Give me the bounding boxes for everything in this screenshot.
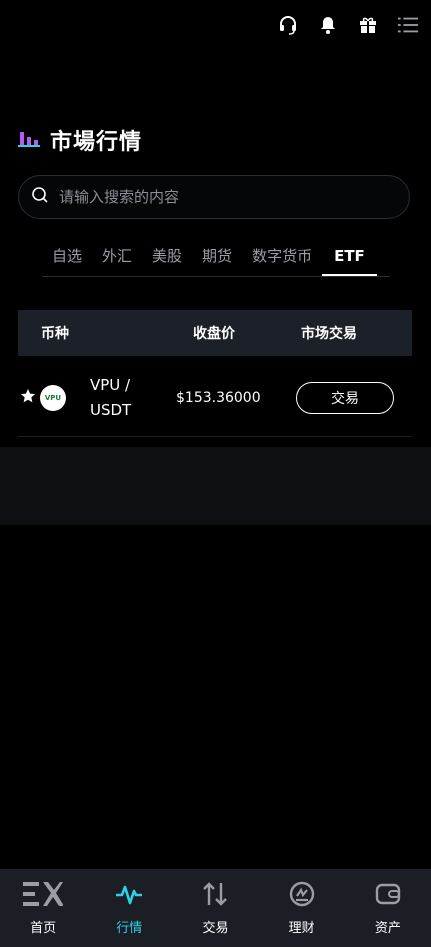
page-header: 市場行情 (18, 124, 142, 156)
finance-icon (288, 881, 316, 911)
search-bar[interactable] (18, 175, 410, 219)
gift-icon[interactable] (357, 14, 379, 36)
nav-market[interactable]: 行情 (94, 881, 164, 936)
home-logo-icon (23, 881, 65, 911)
bar-chart-icon (18, 128, 40, 152)
nav-home[interactable]: 首页 (8, 881, 78, 936)
close-price: $153.36000 (176, 390, 261, 406)
empty-area (0, 447, 431, 525)
tab-forex[interactable]: 外汇 (92, 238, 142, 276)
col-currency: 币种 (41, 326, 69, 342)
tab-crypto[interactable]: 数字货币 (242, 238, 322, 276)
tab-etf[interactable]: ETF (322, 238, 377, 276)
header-actions (277, 14, 419, 36)
market-tabs: 自选 外汇 美股 期货 数字货币 ETF (42, 238, 390, 277)
nav-finance[interactable]: 理财 (267, 881, 337, 936)
star-icon[interactable] (20, 388, 36, 408)
coin-logo: VPU (40, 385, 66, 411)
headset-icon[interactable] (277, 14, 299, 36)
swap-arrows-icon (201, 881, 229, 911)
bottom-nav: 首页 行情 交易 理财 资产 (0, 869, 431, 947)
page-title: 市場行情 (50, 130, 143, 155)
nav-assets[interactable]: 资产 (353, 881, 423, 936)
bell-icon[interactable] (317, 14, 339, 36)
tab-favorites[interactable]: 自选 (42, 238, 92, 276)
search-input[interactable] (57, 187, 381, 207)
menu-icon[interactable] (397, 14, 419, 36)
wallet-icon (374, 881, 402, 911)
pair-name: VPU / USDT (90, 376, 132, 419)
table-row[interactable]: VPU VPU / USDT $153.36000 交易 (18, 360, 412, 437)
trade-button[interactable]: 交易 (296, 382, 394, 414)
tab-futures[interactable]: 期货 (192, 238, 242, 276)
tab-us-stocks[interactable]: 美股 (142, 238, 192, 276)
table-header: 币种 收盘价 市场交易 (18, 310, 412, 356)
col-close-price: 收盘价 (193, 326, 235, 342)
pulse-icon (115, 881, 143, 911)
search-icon (31, 186, 49, 208)
nav-trade[interactable]: 交易 (180, 881, 250, 936)
col-market-trade: 市场交易 (301, 326, 357, 342)
